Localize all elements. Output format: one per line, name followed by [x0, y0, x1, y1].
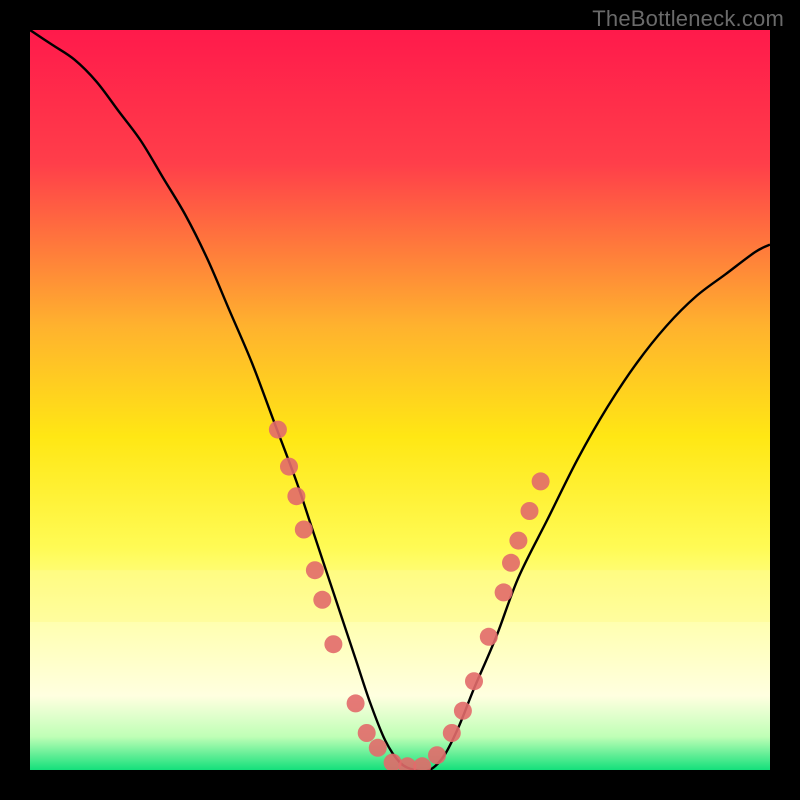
marker-point — [502, 554, 520, 572]
marker-point — [347, 694, 365, 712]
marker-point — [287, 487, 305, 505]
marker-point — [306, 561, 324, 579]
marker-point — [313, 591, 331, 609]
marker-point — [324, 635, 342, 653]
marker-point — [280, 458, 298, 476]
pale-band — [30, 570, 770, 622]
outer-frame: TheBottleneck.com — [0, 0, 800, 800]
chart-svg — [30, 30, 770, 770]
marker-point — [532, 472, 550, 490]
marker-point — [495, 583, 513, 601]
plot-area — [30, 30, 770, 770]
watermark-text: TheBottleneck.com — [592, 6, 784, 32]
marker-point — [509, 532, 527, 550]
marker-point — [295, 521, 313, 539]
marker-point — [428, 746, 446, 764]
marker-point — [454, 702, 472, 720]
marker-point — [521, 502, 539, 520]
marker-point — [358, 724, 376, 742]
marker-point — [369, 739, 387, 757]
marker-point — [269, 421, 287, 439]
marker-point — [443, 724, 461, 742]
marker-point — [480, 628, 498, 646]
marker-point — [465, 672, 483, 690]
